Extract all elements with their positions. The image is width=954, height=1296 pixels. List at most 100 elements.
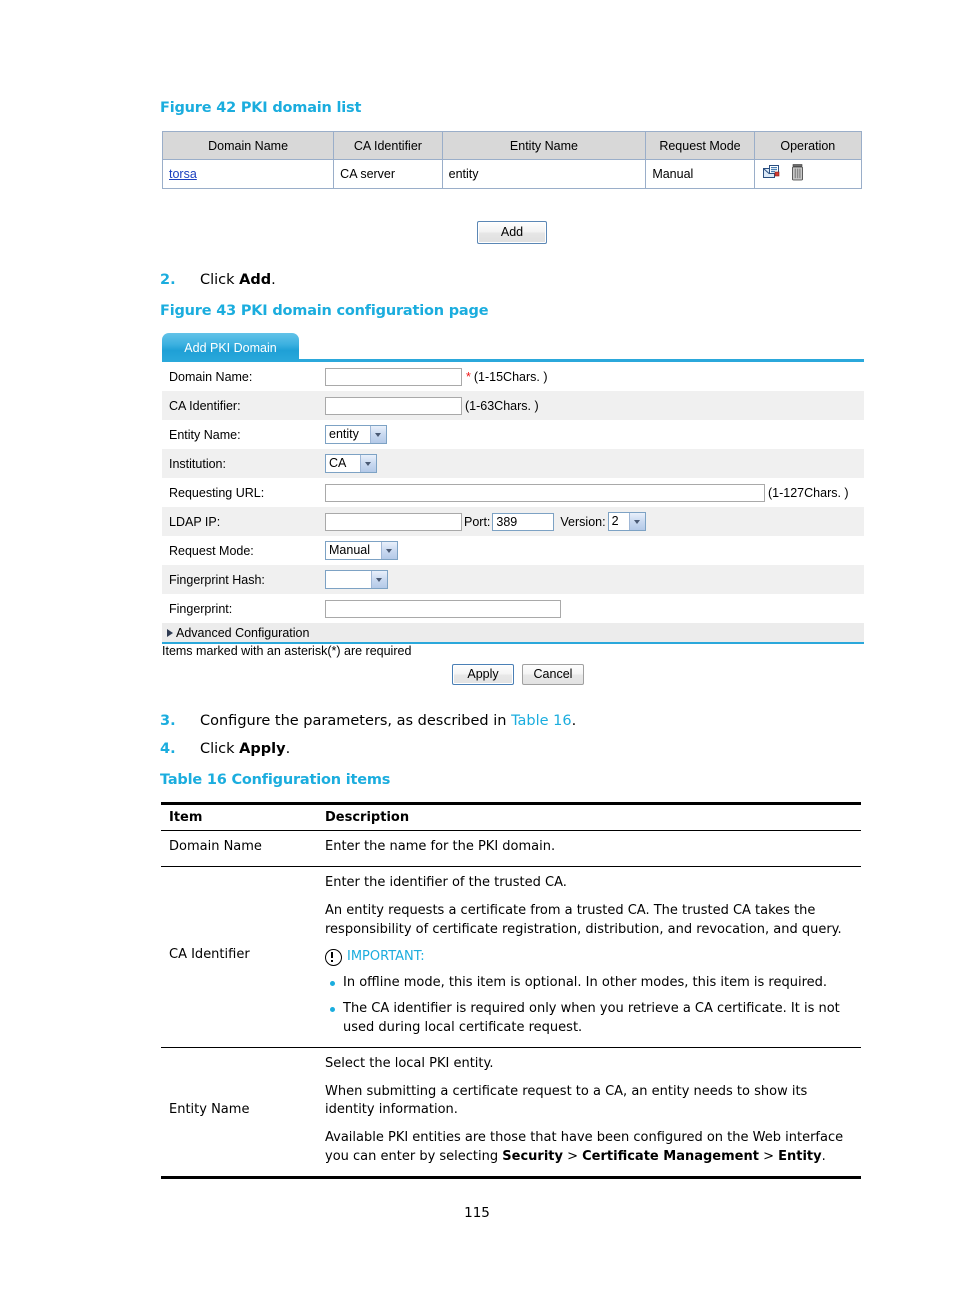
step-4-prefix: Click [200, 741, 240, 757]
important-label: IMPORTANT: [347, 949, 425, 965]
document-page: Figure 42 PKI domain list Domain Name CA… [0, 0, 954, 1296]
ldap-ip-input[interactable] [325, 512, 462, 531]
advanced-configuration-label: Advanced Configuration [176, 625, 310, 640]
table-header-row: Item Description [161, 802, 861, 831]
column-header-description: Description [317, 802, 861, 831]
pki-domain-list-table: Domain Name CA Identifier Entity Name Re… [162, 131, 862, 189]
triangle-right-icon [167, 628, 173, 637]
figure-43-caption: Figure 43 PKI domain configuration page [160, 303, 489, 319]
label-request-mode: Request Mode: [169, 543, 254, 558]
exclamation-circle-icon [325, 949, 342, 967]
table-row: CA Identifier Enter the identifier of th… [161, 866, 861, 1048]
form-row-ca-identifier: CA Identifier: (1-63Chars. ) [162, 391, 864, 420]
chevron-down-icon [381, 542, 397, 559]
label-version: Version: [560, 514, 606, 529]
nav-security: Security [502, 1149, 563, 1165]
form-row-requesting-url: Requesting URL: (1-127Chars. ) [162, 478, 864, 507]
form-row-institution: Institution: CA [162, 449, 864, 478]
requesting-url-input[interactable] [325, 483, 765, 502]
table-row: Entity Name Select the local PKI entity.… [161, 1047, 861, 1179]
step-4-number: 4. [160, 741, 176, 757]
form-row-entity-name: Entity Name: entity [162, 420, 864, 449]
column-header-item: Item [161, 802, 317, 831]
label-ldap-ip: LDAP IP: [169, 514, 221, 529]
required-asterisk-domain-name: * [466, 369, 471, 384]
step-4: 4. Click Apply. [160, 741, 560, 761]
nav-separator: > [562, 1149, 583, 1165]
step-4-suffix: . [285, 741, 291, 757]
fingerprint-input[interactable] [325, 599, 561, 618]
description-paragraph: An entity requests a certificate from a … [325, 902, 842, 937]
important-bullet-list: In offline mode, this item is optional. … [325, 974, 853, 1038]
advanced-configuration-toggle[interactable]: Advanced Configuration [162, 623, 864, 644]
step-4-text: Click Apply. [200, 741, 290, 757]
version-select[interactable]: 2 [607, 512, 646, 531]
form-row-ldap-ip: LDAP IP: Port: Version: 2 [162, 507, 864, 536]
label-domain-name: Domain Name: [169, 369, 253, 384]
list-item: In offline mode, this item is optional. … [330, 974, 853, 993]
step-3: 3. Configure the parameters, as describe… [160, 713, 680, 733]
column-header-ca-identifier: CA Identifier [333, 131, 443, 160]
add-button[interactable]: Add [477, 221, 547, 244]
cell-item-entity-name: Entity Name [161, 1047, 317, 1179]
cancel-button[interactable]: Cancel [522, 664, 584, 685]
description-paragraph: When submitting a certificate request to… [325, 1083, 808, 1118]
step-3-prefix: Configure the parameters, as described i… [200, 713, 512, 729]
certificate-icon[interactable] [762, 164, 780, 184]
step-3-number: 3. [160, 713, 176, 729]
cell-description-entity-name: Select the local PKI entity. When submit… [317, 1047, 861, 1179]
cell-operation [754, 159, 862, 189]
cell-item-ca-identifier: CA Identifier [161, 866, 317, 1048]
table-header-row: Domain Name CA Identifier Entity Name Re… [162, 131, 862, 160]
label-requesting-url: Requesting URL: [169, 485, 265, 500]
chevron-down-icon [360, 455, 376, 472]
table-16-link[interactable]: Table 16 [511, 713, 572, 729]
table-16-caption: Table 16 Configuration items [160, 772, 391, 788]
cell-description-ca-identifier: Enter the identifier of the trusted CA. … [317, 866, 861, 1048]
description-paragraph-navigation-path: Available PKI entities are those that ha… [325, 1129, 853, 1167]
cell-request-mode: Manual [645, 159, 755, 189]
step-4-bold: Apply [239, 741, 286, 757]
chevron-down-icon [371, 571, 387, 588]
description-paragraph: Select the local PKI entity. [325, 1055, 494, 1071]
institution-select[interactable]: CA [325, 454, 377, 473]
label-port: Port: [464, 514, 491, 529]
nav-certificate-management: Certificate Management [582, 1149, 759, 1165]
request-mode-selected-value: Manual [329, 543, 370, 557]
step-2-number: 2. [160, 272, 176, 288]
column-header-operation: Operation [754, 131, 862, 160]
label-fingerprint: Fingerprint: [169, 601, 233, 616]
tab-add-pki-domain[interactable]: Add PKI Domain [162, 333, 299, 362]
description-paragraph: Enter the name for the PKI domain. [325, 839, 556, 854]
config-form-rows: Domain Name: * (1-15Chars. ) CA Identifi… [162, 362, 864, 644]
tab-strip: Add PKI Domain [162, 333, 864, 362]
column-header-domain-name: Domain Name [162, 131, 335, 160]
label-ca-identifier: CA Identifier: [169, 398, 241, 413]
fingerprint-hash-select[interactable] [325, 570, 388, 589]
page-number: 115 [464, 1205, 490, 1221]
chevron-down-icon [628, 513, 645, 530]
step-3-suffix: . [571, 713, 577, 729]
step-2-text: Click Add. [200, 272, 276, 288]
form-row-domain-name: Domain Name: * (1-15Chars. ) [162, 362, 864, 391]
label-institution: Institution: [169, 456, 226, 471]
apply-button[interactable]: Apply [452, 664, 514, 685]
pki-domain-config-panel: Add PKI Domain Domain Name: * (1-15Chars… [162, 333, 864, 644]
port-input[interactable] [492, 512, 555, 531]
entity-name-selected-value: entity [329, 427, 359, 441]
ca-identifier-input[interactable] [325, 396, 462, 415]
form-row-request-mode: Request Mode: Manual [162, 536, 864, 565]
asterisk-note: Items marked with an asterisk(*) are req… [162, 644, 412, 658]
step-2-bold: Add [239, 272, 272, 288]
cell-ca-identifier: CA server [333, 159, 443, 189]
request-mode-select[interactable]: Manual [325, 541, 398, 560]
cell-domain-name: torsa [162, 159, 335, 189]
domain-name-link[interactable]: torsa [169, 167, 197, 181]
delete-icon[interactable] [791, 164, 804, 184]
hint-ca-identifier: (1-63Chars. ) [465, 398, 539, 413]
list-item: The CA identifier is required only when … [330, 1000, 853, 1038]
entity-name-select[interactable]: entity [325, 425, 387, 444]
table-row: torsa CA server entity Manual [162, 159, 862, 189]
chevron-down-icon [370, 426, 386, 443]
domain-name-input[interactable] [325, 367, 462, 386]
